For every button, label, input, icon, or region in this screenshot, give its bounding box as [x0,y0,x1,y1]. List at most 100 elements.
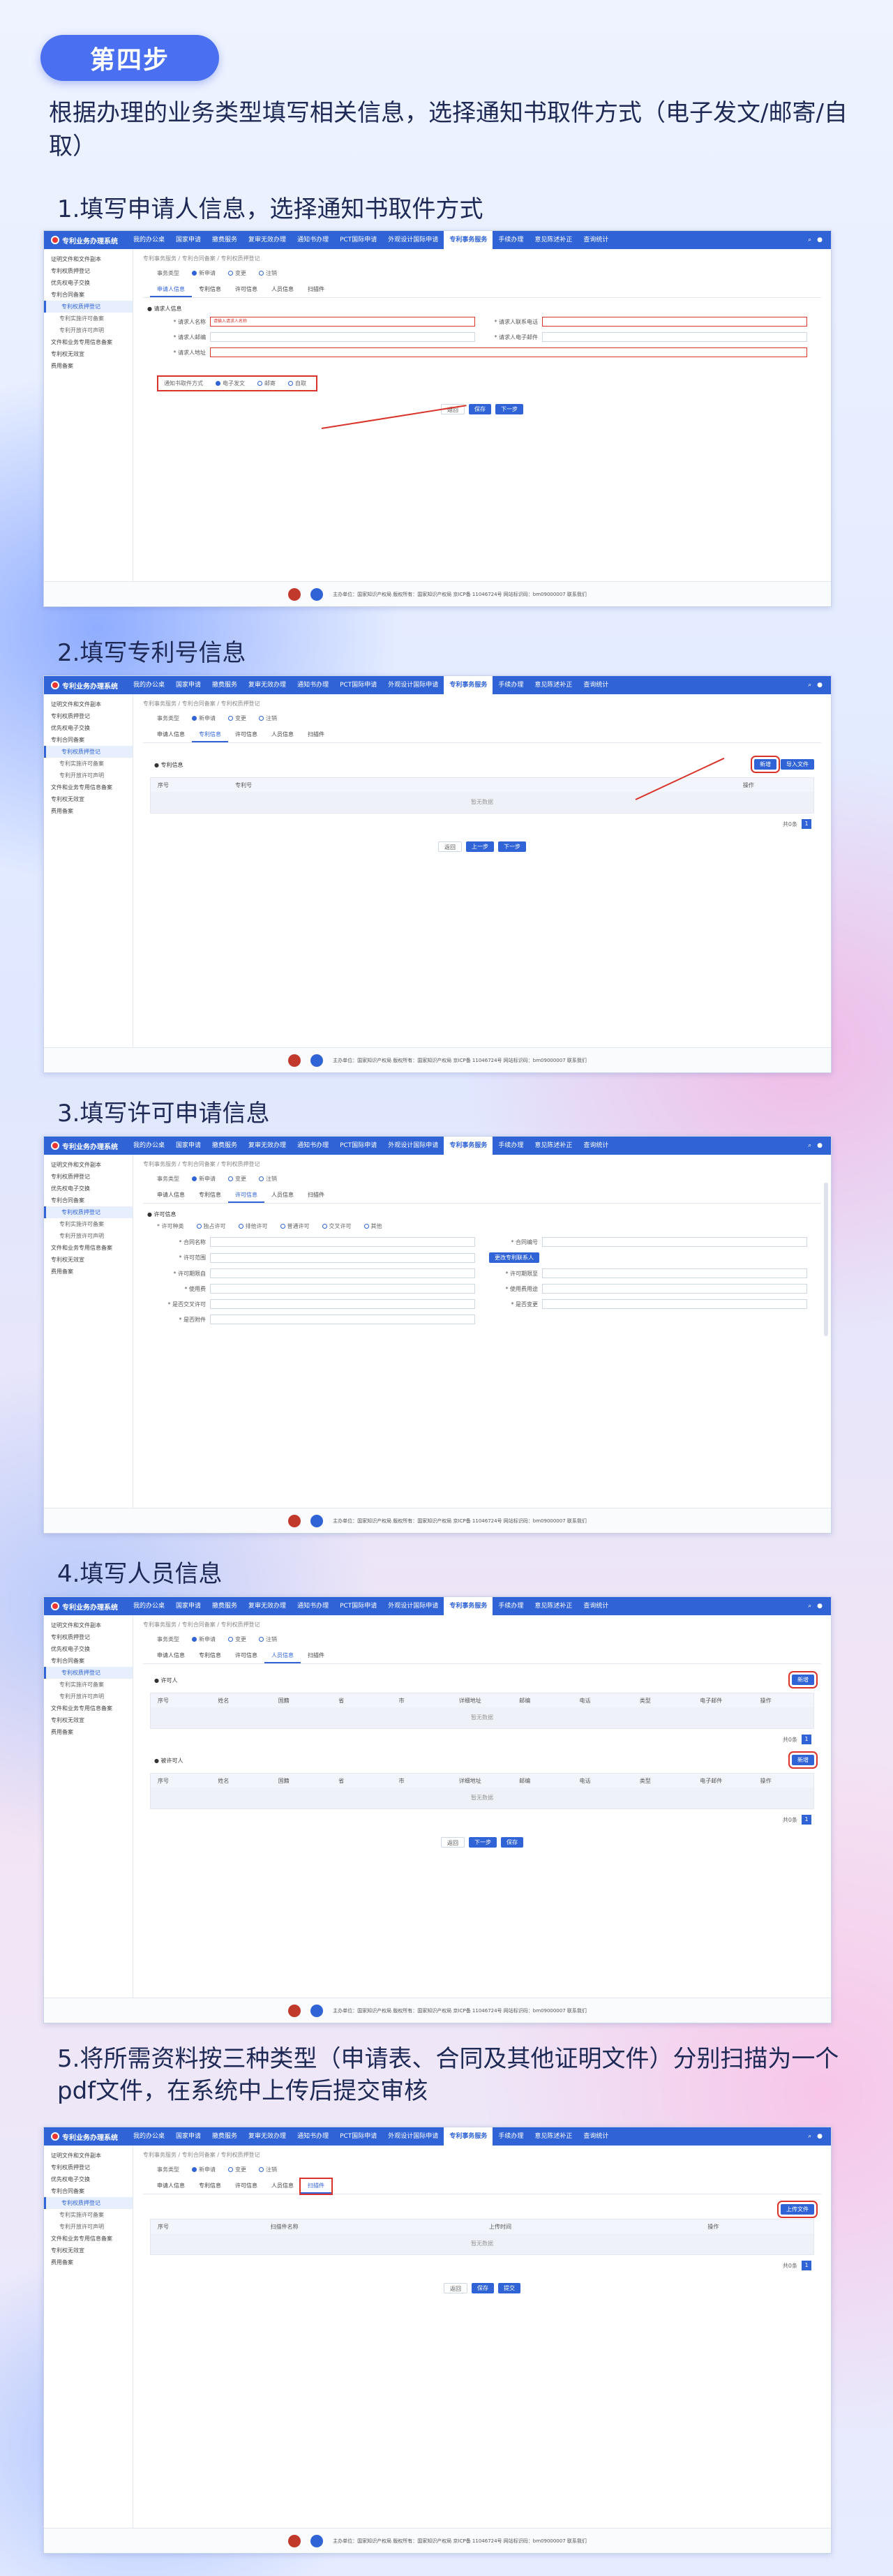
nav-item[interactable]: 撤费服务 [207,231,243,249]
nav-item[interactable]: 国家申请 [170,1137,207,1155]
sidebar-item[interactable]: 优先权电子交换 [44,1183,133,1195]
user-icon[interactable]: ● [817,682,823,689]
nav-item[interactable]: 查询统计 [578,1597,614,1615]
nav-item[interactable]: 手续办理 [493,1597,529,1615]
sidebar-item[interactable]: 专利权质押登记 [44,746,133,758]
nav-item[interactable]: 专利事务服务 [444,231,493,249]
sidebar-item[interactable]: 专利开放许可声明 [44,770,133,781]
sidebar-item[interactable]: 专利权无效宣 [44,348,133,360]
nav-item[interactable]: 专利事务服务 [444,1597,493,1615]
nav-item[interactable]: 意见陈述补正 [529,676,578,694]
sidebar-item[interactable]: 专利合同备案 [44,1655,133,1667]
tab-person[interactable]: 人员信息 [264,1649,301,1663]
sidebar-item[interactable]: 费用备案 [44,2256,133,2268]
nav-item[interactable]: 复审无效办理 [243,1137,292,1155]
nav-item[interactable]: 国家申请 [170,2127,207,2146]
sidebar-item[interactable]: 专利开放许可声明 [44,1230,133,1242]
sidebar-item[interactable]: 专利合同备案 [44,2185,133,2197]
nav-item[interactable]: 撤费服务 [207,1137,243,1155]
search-icon[interactable]: ⌕ [808,682,811,689]
nav-item[interactable]: 通知书办理 [292,676,334,694]
nav-item[interactable]: 外观设计国际申请 [382,676,444,694]
submit-button[interactable]: 提交 [498,2283,520,2293]
sidebar-item[interactable]: 优先权电子交换 [44,277,133,289]
nav-item[interactable]: 复审无效办理 [243,231,292,249]
nav-item[interactable]: 通知书办理 [292,1137,334,1155]
pickup-self[interactable]: 自取 [288,380,306,387]
sidebar-item[interactable]: 费用备案 [44,805,133,817]
sidebar-item[interactable]: 优先权电子交换 [44,2173,133,2185]
nav-item[interactable]: PCT国际申请 [334,1137,382,1155]
sidebar-item[interactable]: 证明文件和文件副本 [44,1159,133,1171]
sidebar-item[interactable]: 专利权无效宣 [44,793,133,805]
sidebar-item[interactable]: 文件和业务专用信息备案 [44,336,133,348]
nav-item[interactable]: 专利事务服务 [444,2127,493,2146]
address-input[interactable] [210,347,807,357]
nav-item[interactable]: 我的办公桌 [128,2127,170,2146]
nav-item[interactable]: 专利事务服务 [444,676,493,694]
sidebar-item[interactable]: 证明文件和文件副本 [44,2150,133,2162]
scrollbar[interactable] [824,1183,828,1336]
email-input[interactable] [542,332,807,342]
tab-applicant[interactable]: 申请人信息 [150,283,192,297]
sidebar-item[interactable]: 证明文件和文件副本 [44,698,133,710]
nav-item[interactable]: 撤费服务 [207,1597,243,1615]
radio-change[interactable]: 变更 [228,269,246,277]
nav-item[interactable]: 国家申请 [170,676,207,694]
tab-license[interactable]: 许可信息 [228,1188,264,1203]
tab-license[interactable]: 许可信息 [228,283,264,297]
sidebar-item[interactable]: 文件和业务专用信息备案 [44,1242,133,1254]
sidebar-item[interactable]: 专利权质押登记 [44,301,133,313]
tab-patent[interactable]: 专利信息 [192,283,228,297]
name-input[interactable]: 请输入请求人名称 [210,317,475,327]
add-licensor-button[interactable]: 新增 [788,1671,818,1688]
nav-item[interactable]: 国家申请 [170,231,207,249]
sidebar-item[interactable]: 文件和业务专用信息备案 [44,2233,133,2245]
sidebar-item[interactable]: 费用备案 [44,1266,133,1278]
sidebar-item[interactable]: 专利实施许可备案 [44,2209,133,2221]
nav-item[interactable]: 我的办公桌 [128,1137,170,1155]
sidebar-item[interactable]: 专利权质押登记 [44,710,133,722]
nav-item[interactable]: PCT国际申请 [334,676,382,694]
sidebar-item[interactable]: 专利合同备案 [44,289,133,301]
add-patent-button[interactable]: 新增 [751,756,780,773]
sidebar-item[interactable]: 文件和业务专用信息备案 [44,1702,133,1714]
sidebar-item[interactable]: 费用备案 [44,1726,133,1738]
sidebar-item[interactable]: 专利开放许可声明 [44,1691,133,1702]
sidebar-item[interactable]: 专利开放许可声明 [44,324,133,336]
nav-item[interactable]: 我的办公桌 [128,676,170,694]
nav-item[interactable]: 意见陈述补正 [529,231,578,249]
sidebar-item[interactable]: 专利权质押登记 [44,2162,133,2173]
nav-item[interactable]: 手续办理 [493,2127,529,2146]
sidebar-item[interactable]: 专利权无效宣 [44,2245,133,2256]
phone-input[interactable] [542,317,807,327]
nav-item[interactable]: 手续办理 [493,676,529,694]
import-button[interactable]: 导入文件 [781,759,814,770]
add-licensee-button[interactable]: 新增 [788,1751,818,1769]
nav-item[interactable]: PCT国际申请 [334,231,382,249]
sidebar-item[interactable]: 专利实施许可备案 [44,758,133,770]
radio-new[interactable]: 新申请 [192,269,216,277]
change-contact-button[interactable]: 更改专利联系人 [489,1252,539,1263]
sidebar-item[interactable]: 专利实施许可备案 [44,1679,133,1691]
search-icon[interactable]: ⌕ [808,237,811,244]
pickup-electronic[interactable]: 电子发文 [216,380,245,387]
sidebar-item[interactable]: 专利权质押登记 [44,1631,133,1643]
next-button[interactable]: 下一步 [495,404,523,414]
nav-item[interactable]: 手续办理 [493,1137,529,1155]
sidebar-item[interactable]: 优先权电子交换 [44,722,133,734]
nav-item[interactable]: 手续办理 [493,231,529,249]
sidebar-item[interactable]: 证明文件和文件副本 [44,253,133,265]
nav-item[interactable]: 复审无效办理 [243,1597,292,1615]
sidebar-item[interactable]: 文件和业务专用信息备案 [44,781,133,793]
nav-item[interactable]: 查询统计 [578,2127,614,2146]
nav-item[interactable]: PCT国际申请 [334,1597,382,1615]
sidebar-item[interactable]: 专利权无效宣 [44,1254,133,1266]
nav-item[interactable]: 意见陈述补正 [529,2127,578,2146]
nav-item[interactable]: 意见陈述补正 [529,1137,578,1155]
sidebar-item[interactable]: 专利合同备案 [44,734,133,746]
sidebar-item[interactable]: 专利权质押登记 [44,2197,133,2209]
tab-person[interactable]: 人员信息 [264,283,301,297]
nav-item[interactable]: 我的办公桌 [128,231,170,249]
sidebar-item[interactable]: 费用备案 [44,360,133,372]
